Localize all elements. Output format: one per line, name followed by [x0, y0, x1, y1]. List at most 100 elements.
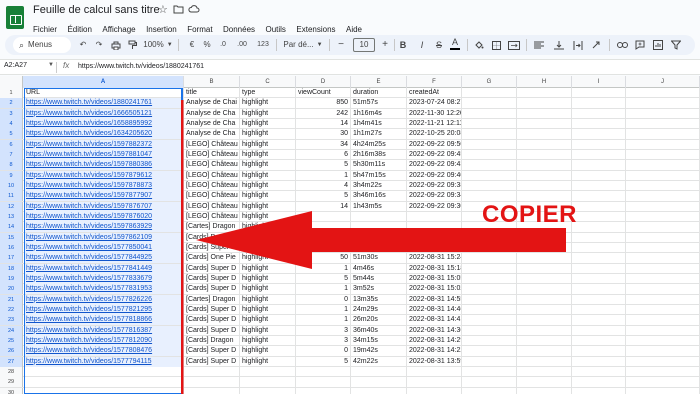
grid-cell[interactable] — [517, 325, 572, 336]
grid-cell[interactable]: [Cards] Super D — [184, 273, 240, 284]
row-header[interactable]: 20 — [0, 284, 23, 295]
grid-cell[interactable]: highlight — [240, 284, 296, 295]
grid-cell[interactable]: https://www.twitch.tv/videos/1880241761 — [24, 98, 184, 109]
grid-cell[interactable]: https://www.twitch.tv/videos/1597863929 — [24, 222, 184, 233]
grid-cell[interactable] — [626, 191, 700, 202]
grid-cell[interactable]: https://www.twitch.tv/videos/1577821295 — [24, 304, 184, 315]
sheet-grid[interactable]: A B C D E F G H I J 1 URL title type viewCou… — [0, 76, 700, 394]
grid-cell[interactable]: [Cards] Super D — [184, 242, 240, 253]
grid-cell[interactable] — [517, 191, 572, 202]
text-rotation-icon[interactable] — [590, 37, 602, 53]
grid-cell[interactable] — [462, 346, 517, 357]
grid-cell[interactable]: 3 — [296, 325, 351, 336]
grid-cell[interactable]: 1 — [296, 263, 351, 274]
grid-cell[interactable]: highlight — [240, 335, 296, 346]
grid-cell[interactable]: 5m44s — [351, 273, 407, 284]
grid-cell[interactable] — [407, 366, 462, 377]
grid-cell[interactable]: 1h1m27s — [351, 129, 407, 140]
grid-cell[interactable] — [572, 118, 626, 129]
grid-cell[interactable] — [296, 387, 351, 394]
grid-cell[interactable]: [Cards] Dragon — [184, 232, 240, 243]
grid-cell[interactable]: https://www.twitch.tv/videos/1577833679 — [24, 273, 184, 284]
grid-cell[interactable]: Analyse de Cha — [184, 129, 240, 140]
row-header[interactable]: 26 — [0, 346, 23, 357]
grid-cell[interactable]: 30 — [296, 129, 351, 140]
grid-cell[interactable] — [626, 315, 700, 326]
grid-cell[interactable]: 3h4m22s — [351, 180, 407, 191]
currency-button[interactable]: € — [187, 37, 197, 53]
column-header-h[interactable]: H — [517, 76, 572, 88]
grid-cell[interactable] — [572, 366, 626, 377]
grid-cell[interactable] — [572, 346, 626, 357]
row-header[interactable]: 17 — [0, 253, 23, 264]
grid-cell[interactable]: Analyse de Cha — [184, 108, 240, 119]
menu-donnees[interactable]: Données — [223, 25, 255, 34]
grid-cell[interactable] — [626, 129, 700, 140]
grid-cell[interactable] — [184, 366, 240, 377]
grid-cell[interactable] — [572, 377, 626, 388]
grid-cell[interactable]: 19m42s — [351, 346, 407, 357]
grid-cell[interactable] — [462, 191, 517, 202]
grid-cell[interactable]: https://www.twitch.tv/videos/1577816387 — [24, 325, 184, 336]
grid-cell[interactable] — [351, 211, 407, 222]
grid-cell[interactable] — [517, 387, 572, 394]
grid-cell[interactable] — [572, 160, 626, 171]
grid-cell[interactable] — [517, 118, 572, 129]
font-size-input[interactable]: 10 — [353, 38, 375, 52]
grid-cell[interactable]: 2h16m38s — [351, 149, 407, 160]
grid-cell[interactable]: 2023-07-24 08:27:55 — [407, 98, 462, 109]
grid-cell[interactable] — [462, 118, 517, 129]
grid-cell[interactable] — [407, 211, 462, 222]
grid-cell[interactable]: https://www.twitch.tv/videos/1597881047 — [24, 149, 184, 160]
grid-cell[interactable]: 4h24m25s — [351, 139, 407, 150]
grid-cell[interactable]: Analyse de Chai — [184, 98, 240, 109]
percent-button[interactable]: % — [202, 37, 212, 53]
undo-icon[interactable]: ↶ — [77, 37, 89, 53]
grid-cell[interactable]: type — [240, 88, 296, 98]
grid-cell[interactable]: highlight — [240, 242, 296, 253]
row-header[interactable]: 14 — [0, 222, 23, 233]
grid-cell[interactable] — [517, 294, 572, 305]
grid-cell[interactable]: https://www.twitch.tv/videos/1577794115 — [24, 356, 184, 367]
grid-cell[interactable]: https://www.twitch.tv/videos/1597882372 — [24, 139, 184, 150]
row-header[interactable]: 3 — [0, 108, 23, 119]
grid-cell[interactable] — [296, 211, 351, 222]
grid-cell[interactable] — [462, 180, 517, 191]
grid-cell[interactable]: 1 — [296, 284, 351, 295]
grid-cell[interactable]: 34 — [296, 139, 351, 150]
column-header-a[interactable]: A — [23, 76, 184, 88]
grid-cell[interactable] — [462, 356, 517, 367]
grid-cell[interactable] — [626, 108, 700, 119]
menu-fichier[interactable]: Fichier — [33, 25, 57, 34]
grid-cell[interactable]: highlight — [240, 118, 296, 129]
grid-cell[interactable]: https://www.twitch.tv/videos/1577841449 — [24, 263, 184, 274]
grid-cell[interactable] — [572, 129, 626, 140]
grid-cell[interactable]: https://www.twitch.tv/videos/1597879612 — [24, 170, 184, 181]
grid-cell[interactable] — [517, 335, 572, 346]
grid-cell[interactable]: 0 — [296, 294, 351, 305]
grid-cell[interactable]: 242 — [296, 108, 351, 119]
grid-cell[interactable]: highlight — [240, 108, 296, 119]
bold-button[interactable]: B — [398, 37, 408, 53]
grid-cell[interactable] — [626, 139, 700, 150]
grid-cell[interactable]: 1 — [296, 315, 351, 326]
grid-cell[interactable]: https://www.twitch.tv/videos/1577850041 — [24, 242, 184, 253]
grid-cell[interactable] — [24, 366, 184, 377]
menu-format[interactable]: Format — [187, 25, 212, 34]
grid-cell[interactable] — [240, 377, 296, 388]
cloud-status-icon[interactable] — [188, 4, 200, 17]
grid-cell[interactable] — [572, 294, 626, 305]
grid-cell[interactable]: 20m52s — [351, 232, 407, 243]
grid-cell[interactable]: 4m44s — [351, 242, 407, 253]
grid-cell[interactable]: https://www.twitch.tv/videos/1597880386 — [24, 160, 184, 171]
grid-cell[interactable] — [626, 356, 700, 367]
row-header[interactable]: 6 — [0, 139, 23, 150]
grid-cell[interactable] — [626, 149, 700, 160]
grid-cell[interactable]: [Cards] Super D — [184, 325, 240, 336]
row-header[interactable]: 12 — [0, 201, 23, 212]
grid-cell[interactable] — [626, 242, 700, 253]
menu-insertion[interactable]: Insertion — [146, 25, 177, 34]
row-header[interactable]: 19 — [0, 273, 23, 284]
grid-cell[interactable]: [Cartes] Dragon — [184, 294, 240, 305]
grid-cell[interactable] — [572, 284, 626, 295]
